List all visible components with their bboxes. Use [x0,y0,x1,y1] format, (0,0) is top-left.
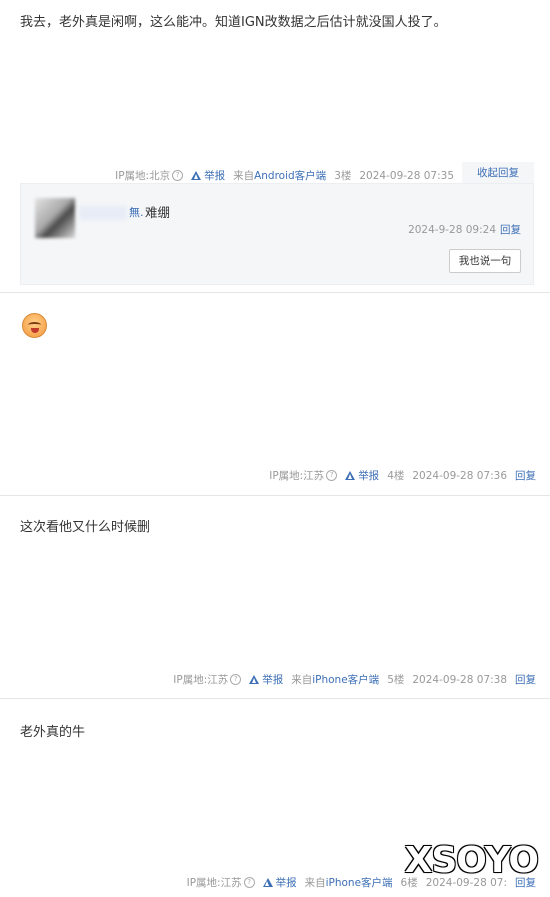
reply-button[interactable]: 回复 [515,672,536,687]
floor-number: 5楼 [387,674,405,686]
ip-location: IP属地:江苏 [173,674,229,686]
post-time: 2024-09-28 07:36 [412,469,507,482]
collapse-replies-button[interactable]: 收起回复 [462,162,534,184]
post-floor-3: 我去，老外真是闲啊，这么能冲。知道IGN改数据之后估计就没国人投了。 IP属地:… [0,0,550,293]
report-link[interactable]: 举报 [249,672,283,687]
help-icon[interactable]: ? [326,470,338,481]
post-content: 这次看他又什么时候删 [20,520,151,535]
watermark-logo: XSOYO [404,840,539,881]
post-content: 老外真的牛 [20,725,86,740]
source-label: 来自iPhone客户端 [291,674,380,686]
help-icon[interactable]: ? [243,877,255,888]
source-label: 来自iPhone客户端 [304,877,393,889]
post-time: 2024-09-28 07:35 [359,169,454,182]
ip-location: IP属地:北京 [115,170,171,182]
report-link[interactable]: 举报 [191,168,225,183]
client-link[interactable]: iPhone客户端 [326,877,393,889]
report-link[interactable]: 举报 [262,875,297,890]
post-meta: IP属地:江苏 ? 举报 4楼 2024-09-28 07:36 回复 [269,468,536,483]
post-meta: IP属地:北京 ? 举报 来自Android客户端 3楼 2024-09-28 … [115,168,454,183]
blurred-username [79,206,127,220]
warning-icon [262,878,273,887]
ip-location: IP属地:江苏 [186,877,242,889]
say-something-button[interactable]: 我也说一句 [449,249,521,273]
post-meta: IP属地:江苏 ? 举报 来自iPhone客户端 5楼 2024-09-28 0… [173,672,536,687]
source-label: 来自Android客户端 [233,170,327,182]
post-floor-4: IP属地:江苏 ? 举报 4楼 2024-09-28 07:36 回复 [0,293,550,496]
warning-icon [191,171,202,180]
reply-button[interactable]: 回复 [500,224,521,236]
report-link[interactable]: 举报 [345,468,379,483]
post-time: 2024-09-28 07:38 [412,673,507,686]
floor-number: 4楼 [387,470,405,482]
laughing-emoji-icon [22,313,47,338]
warning-icon [345,471,356,480]
reply-text: 难绷 [145,205,171,220]
floor-number: 3楼 [334,170,352,182]
post-floor-5: 这次看他又什么时候删 IP属地:江苏 ? 举报 来自iPhone客户端 5楼 2… [0,496,550,699]
reply-meta: 2024-9-28 09:24 回复 [408,222,521,237]
post-content: 我去，老外真是闲啊，这么能冲。知道IGN改数据之后估计就没国人投了。 [20,15,447,30]
warning-icon [249,675,260,684]
reply-button[interactable]: 回复 [515,468,536,483]
reply-username[interactable]: 無. [129,204,144,220]
client-link[interactable]: Android客户端 [254,170,326,182]
client-link[interactable]: iPhone客户端 [312,674,379,686]
ip-location: IP属地:江苏 [269,470,325,482]
reply-time: 2024-9-28 09:24 [408,224,496,236]
help-icon[interactable]: ? [230,674,242,685]
avatar[interactable] [35,198,75,238]
help-icon[interactable]: ? [172,170,184,181]
reply-box: 無. 难绷 2024-9-28 09:24 回复 我也说一句 [20,183,534,285]
